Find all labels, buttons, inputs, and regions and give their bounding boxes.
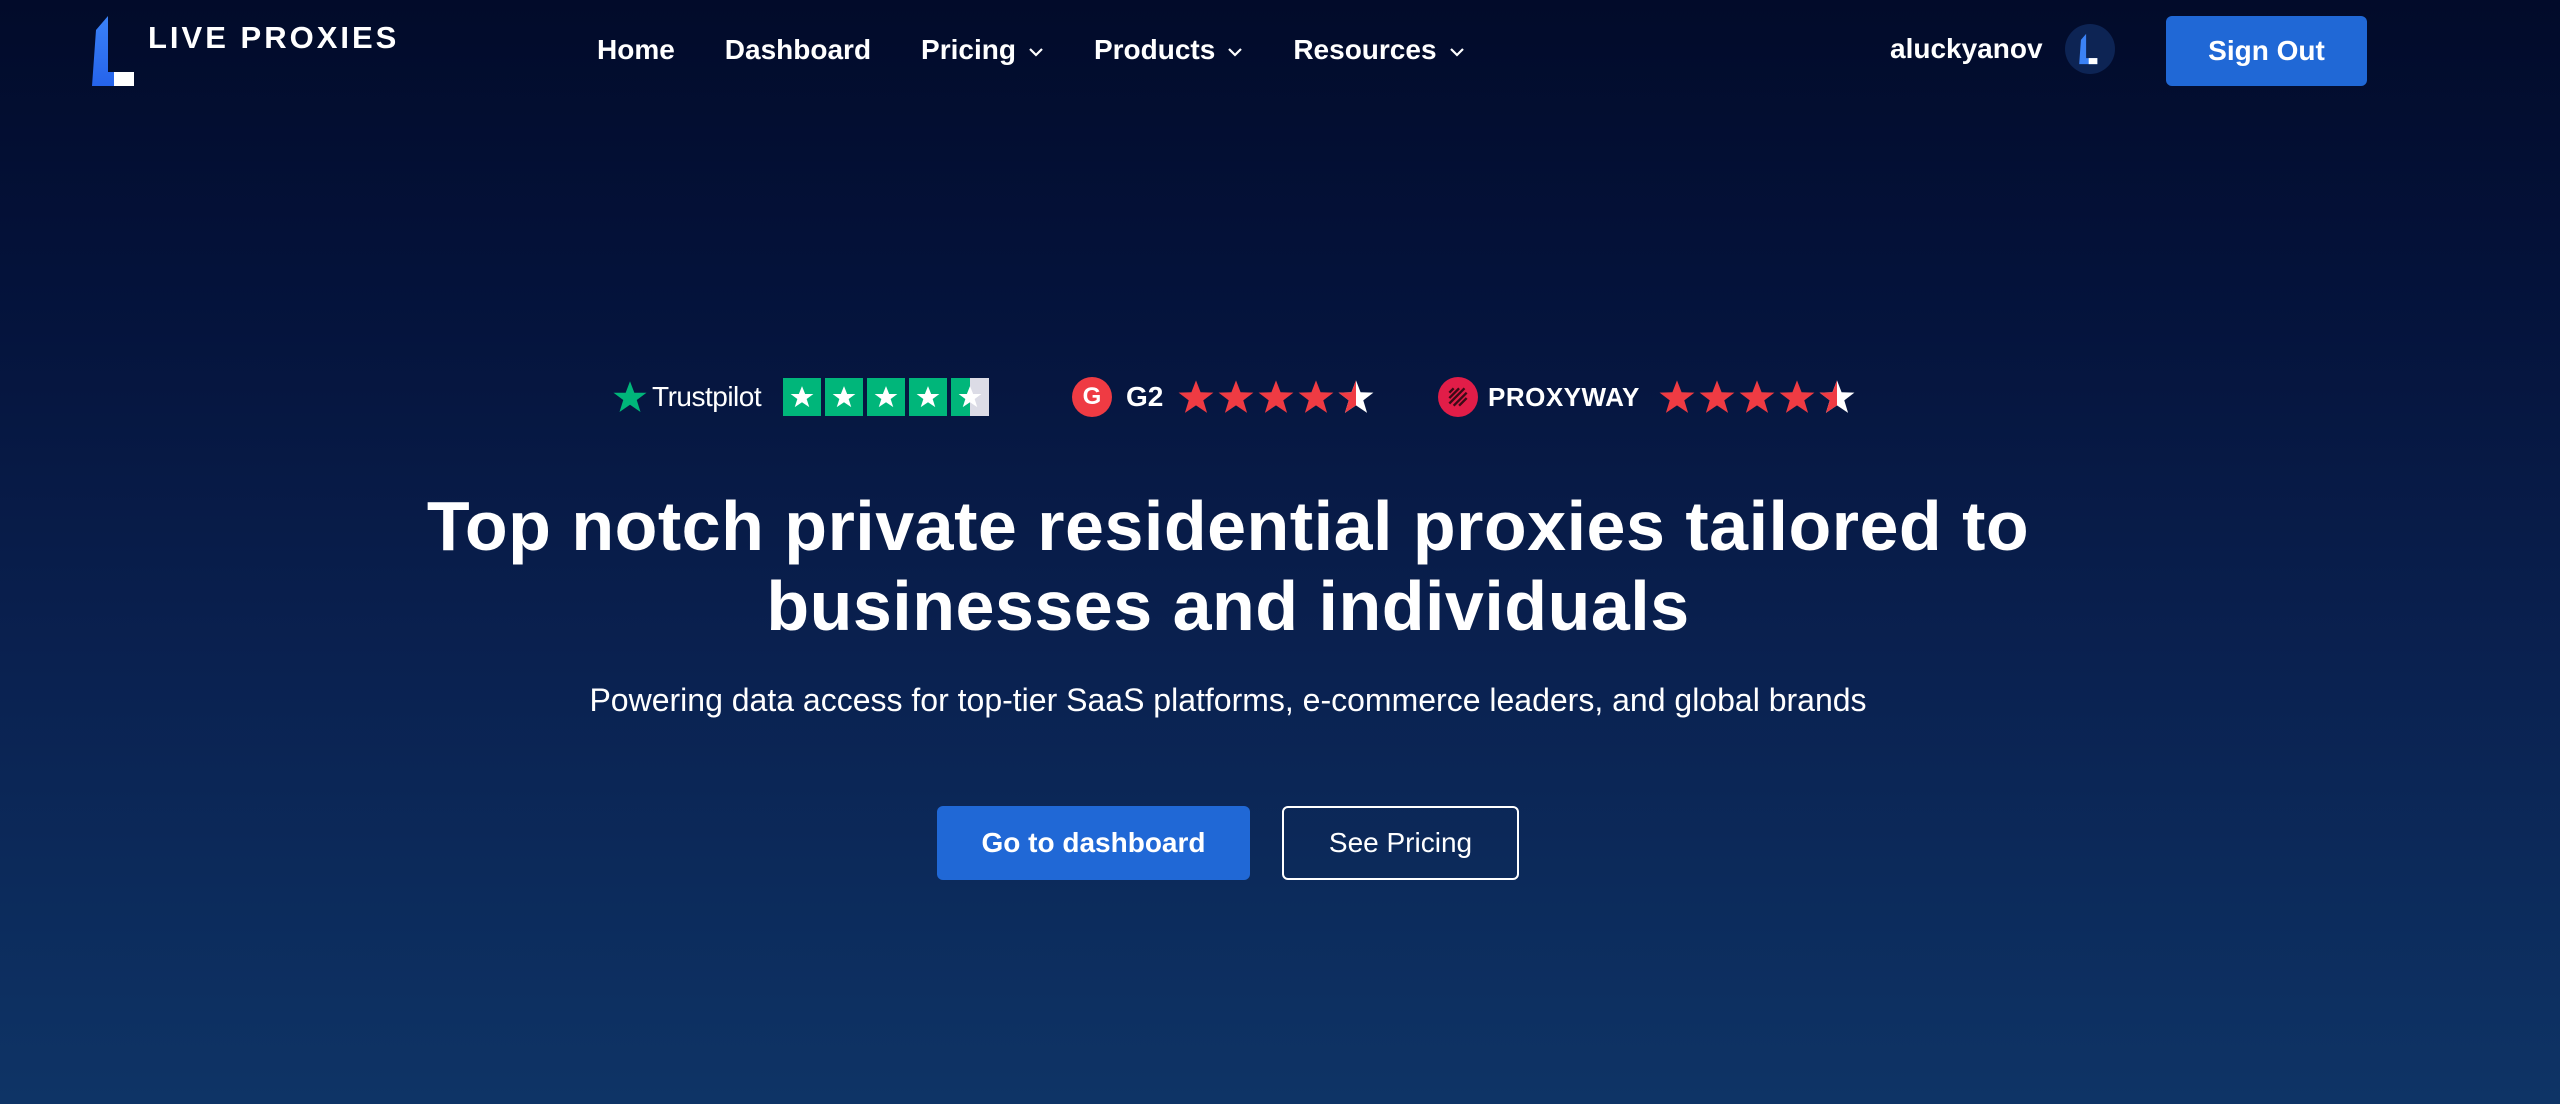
ratings-row: Trustpilot G G2 PROXYWAY <box>0 372 2560 422</box>
logo-text: LIVE PROXIES <box>148 20 400 55</box>
hero-subtitle: Powering data access for top-tier SaaS p… <box>589 682 1867 718</box>
go-to-dashboard-button[interactable]: Go to dashboard <box>937 806 1250 880</box>
half-star-icon <box>1819 380 1855 413</box>
main-nav: Home Dashboard Pricing Products Resource… <box>597 28 1515 72</box>
g2-stars <box>1177 378 1377 416</box>
half-star-icon <box>951 378 990 416</box>
nav-item-dashboard[interactable]: Dashboard <box>725 34 871 66</box>
trustpilot-rating[interactable]: Trustpilot <box>612 372 993 422</box>
g2-logo-icon: G <box>1072 377 1112 417</box>
username: aluckyanov <box>1890 33 2043 64</box>
trustpilot-stars <box>783 378 993 416</box>
nav-item-label: Products <box>1093 34 1216 65</box>
nav-item-home[interactable]: Home <box>597 34 675 66</box>
star-icon <box>1298 380 1334 413</box>
sign-out-button[interactable]: Sign Out <box>2166 16 2367 86</box>
nav-item-resources[interactable]: Resources <box>1293 34 1464 66</box>
star-icon <box>825 378 864 416</box>
site-header: LIVE PROXIES Home Dashboard Pricing Prod… <box>0 0 2560 100</box>
proxyway-label: PROXYWAY <box>1488 381 1640 412</box>
star-icon <box>867 378 906 416</box>
trustpilot-star-icon <box>613 381 647 412</box>
nav-item-label: Dashboard <box>724 34 872 65</box>
star-icon <box>783 378 822 416</box>
chevron-down-icon <box>1449 48 1464 57</box>
chevron-down-icon <box>1029 48 1043 57</box>
see-pricing-button[interactable]: See Pricing <box>1282 806 1519 880</box>
nav-item-label: Resources <box>1293 34 1437 65</box>
star-icon <box>1218 380 1254 413</box>
star-icon <box>1258 380 1294 413</box>
nav-item-products[interactable]: Products <box>1094 34 1243 66</box>
user-menu[interactable]: aluckyanov <box>1890 24 2115 74</box>
nav-item-label: Pricing <box>921 34 1016 65</box>
hero-title: Top notch private residential proxies ta… <box>426 487 2030 645</box>
star-icon <box>1779 380 1815 413</box>
star-icon <box>1699 380 1735 413</box>
proxyway-logo-icon <box>1438 377 1478 417</box>
avatar-logo-icon <box>2078 33 2097 65</box>
nav-item-pricing[interactable]: Pricing <box>921 34 1044 66</box>
trustpilot-label: Trustpilot <box>652 381 762 412</box>
nav-item-label: Home <box>597 34 675 65</box>
star-icon <box>1178 380 1214 413</box>
star-icon <box>1659 380 1695 413</box>
logo-link[interactable]: LIVE PROXIES <box>88 14 399 88</box>
proxyway-rating[interactable]: PROXYWAY <box>1438 372 1858 422</box>
g2-rating[interactable]: G G2 <box>1072 372 1377 422</box>
proxyway-stars <box>1658 378 1858 416</box>
g2-label: G2 <box>1126 381 1164 412</box>
avatar[interactable] <box>2064 24 2115 74</box>
star-icon <box>909 378 948 416</box>
live-proxies-logo-icon <box>92 16 134 86</box>
half-star-icon <box>1338 380 1374 413</box>
chevron-down-icon <box>1228 48 1243 57</box>
star-icon <box>1739 380 1775 413</box>
